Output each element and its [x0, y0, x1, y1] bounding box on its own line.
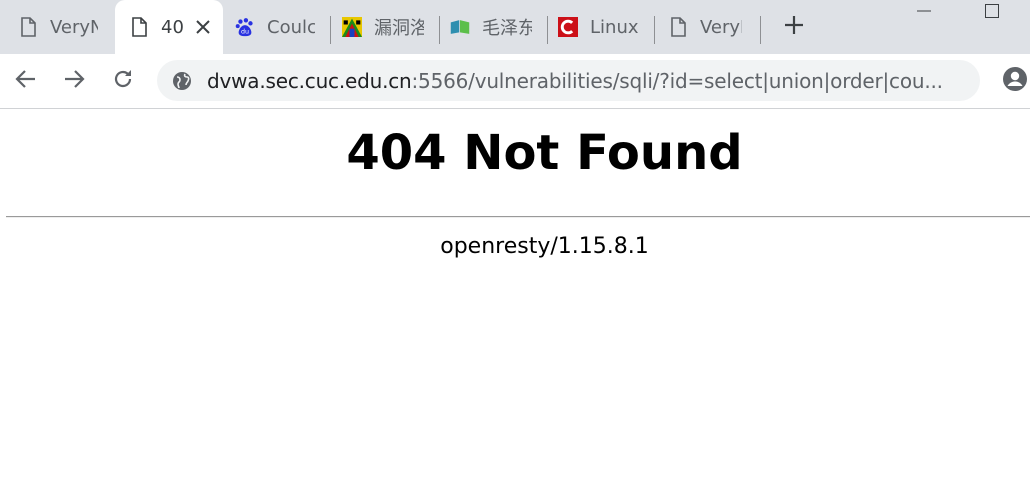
tab-separator — [760, 16, 761, 44]
back-button[interactable] — [11, 66, 41, 96]
tab-vuln[interactable]: 漏洞洛 — [342, 0, 434, 54]
baidu-icon: du — [235, 17, 255, 37]
tab-baidu[interactable]: du Coulc — [235, 0, 325, 54]
minimize-button[interactable] — [906, 0, 942, 24]
new-tab-button[interactable] — [781, 14, 807, 40]
address-bar[interactable]: dvwa.sec.cuc.edu.cn:5566/vulnerabilities… — [157, 60, 980, 101]
svg-text:du: du — [241, 28, 249, 35]
url-host: dvwa.sec.cuc.edu.cn — [207, 68, 412, 93]
document-icon — [129, 17, 149, 37]
profile-button[interactable] — [1000, 66, 1030, 96]
url-text[interactable]: dvwa.sec.cuc.edu.cn:5566/vulnerabilities… — [207, 69, 952, 93]
arrow-left-icon — [15, 69, 37, 93]
divider — [6, 216, 1030, 218]
tab-label: VeryN — [700, 16, 742, 38]
reload-button[interactable] — [108, 66, 138, 96]
tab-label: Linux — [590, 16, 638, 38]
colorful-logo-icon — [342, 17, 362, 37]
tab-404-active[interactable]: 40 — [115, 0, 223, 54]
forward-button[interactable] — [59, 66, 89, 96]
tab-separator — [439, 16, 440, 44]
tab-separator — [330, 16, 331, 44]
minimize-icon — [917, 3, 931, 22]
tab-veryn-1[interactable]: VeryN — [18, 0, 118, 54]
reload-icon — [112, 68, 134, 94]
browser-toolbar: dvwa.sec.cuc.edu.cn:5566/vulnerabilities… — [0, 54, 1030, 109]
globe-icon[interactable] — [171, 70, 193, 92]
document-icon — [668, 17, 688, 37]
close-icon[interactable] — [193, 17, 213, 37]
page-title: 404 Not Found — [346, 125, 743, 181]
server-signature: openresty/1.15.8.1 — [440, 234, 649, 259]
tab-strip: VeryN 40 du Coulc 漏洞洛 毛泽东 Linux Very — [0, 0, 1030, 54]
url-path: :5566/vulnerabilities/sqli/?id=select|un… — [411, 68, 943, 93]
account-icon — [1002, 66, 1028, 96]
tab-linux[interactable]: Linux — [558, 0, 650, 54]
tab-label: 40 — [161, 16, 183, 38]
document-icon — [18, 17, 38, 37]
tab-label: Coulc — [267, 16, 315, 38]
tab-mao[interactable]: 毛泽东 — [450, 0, 542, 54]
tab-label: VeryN — [50, 16, 98, 38]
plus-icon — [784, 15, 804, 39]
maximize-icon — [985, 3, 999, 22]
arrow-right-icon — [63, 69, 85, 93]
red-c-icon — [558, 17, 578, 37]
book-icon — [450, 17, 470, 37]
maximize-button[interactable] — [974, 0, 1010, 24]
tab-veryn-2[interactable]: VeryN — [668, 0, 760, 54]
tab-label: 毛泽东 — [482, 18, 532, 39]
tab-separator — [547, 16, 548, 44]
tab-separator — [654, 16, 655, 44]
tab-label: 漏洞洛 — [374, 18, 424, 39]
